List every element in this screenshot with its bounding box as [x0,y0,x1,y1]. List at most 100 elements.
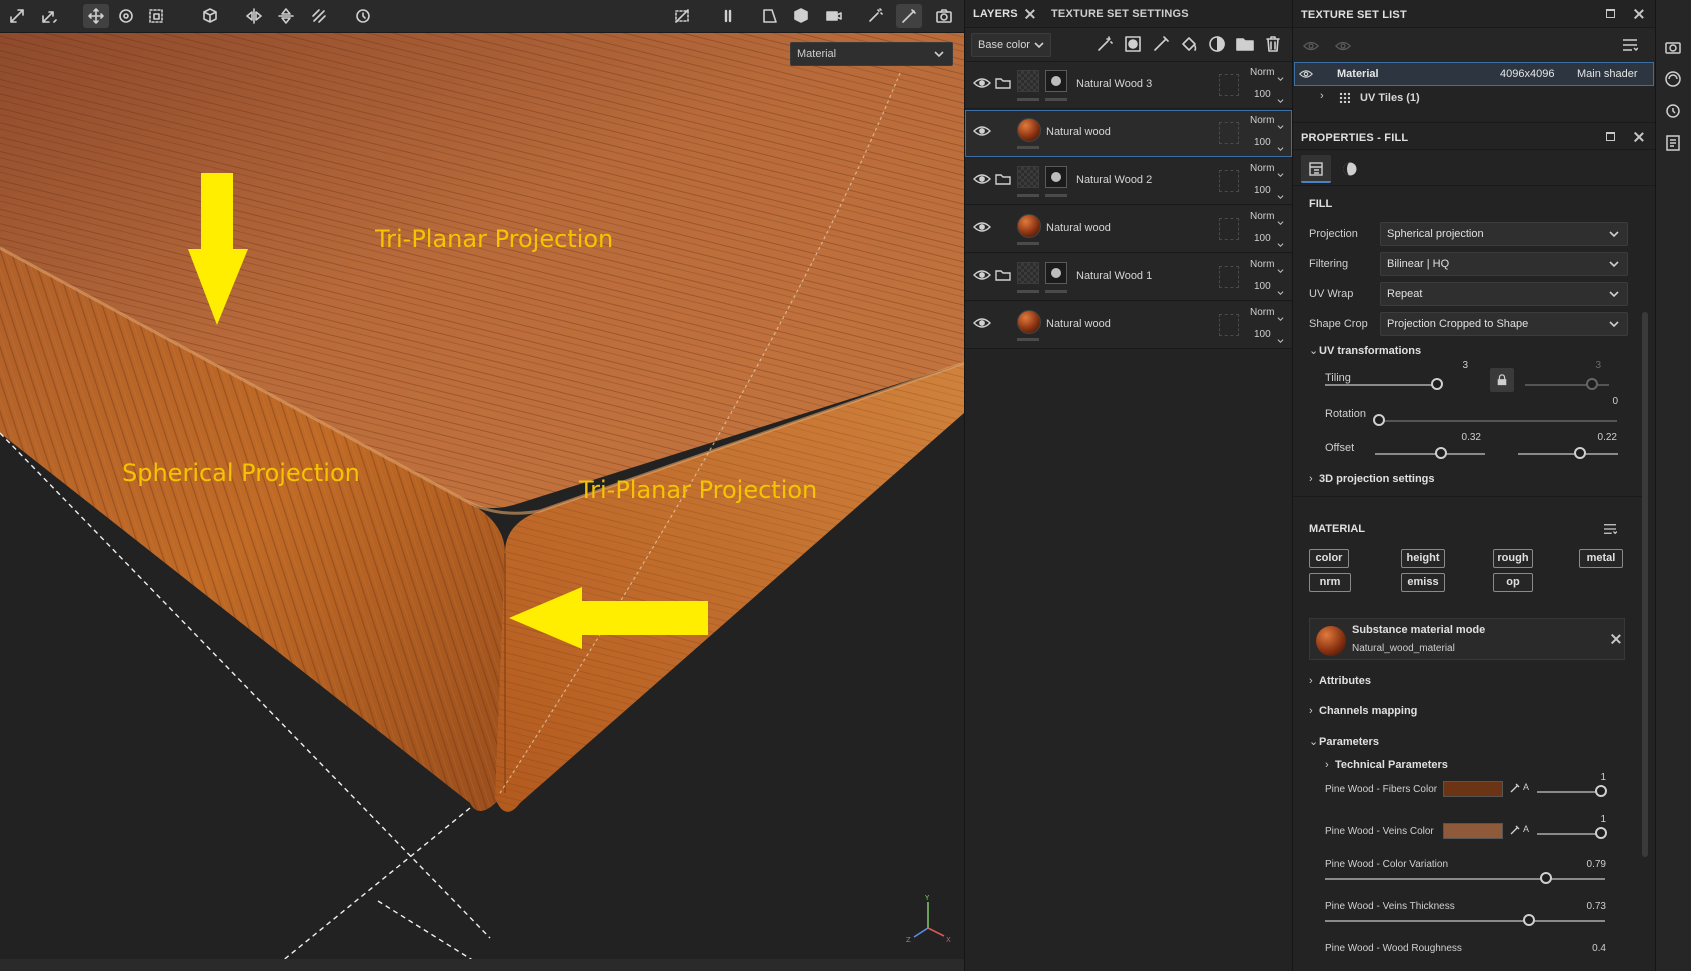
symmetry-off-icon[interactable] [306,4,332,28]
eyedropper-icon[interactable] [1509,781,1521,793]
parameter-value[interactable]: 1 [1576,814,1606,825]
transform-options-icon[interactable] [36,4,62,28]
layer-mask-slot[interactable] [1219,122,1239,144]
eye-icon[interactable] [1298,69,1314,79]
layer-row[interactable]: Natural Wood 1 Norm 100 [965,254,1292,301]
add-fill-layer-icon[interactable] [1179,34,1201,56]
close-icon[interactable] [1634,9,1644,19]
eye-icon[interactable] [973,172,991,184]
add-mask-icon[interactable] [1123,34,1145,56]
camera-icon[interactable] [821,4,847,28]
opacity-value[interactable]: 100 [1254,233,1271,244]
parameter-slider[interactable] [1325,878,1605,880]
parameter-value[interactable]: 0.4 [1576,943,1606,954]
tiling-u-slider[interactable] [1325,384,1437,386]
offset-v-value[interactable]: 0.22 [1589,432,1617,443]
alpha-slider[interactable] [1537,791,1601,793]
channel-chip-emiss[interactable]: emiss [1401,573,1445,592]
layer-row[interactable]: Natural wood Norm 100 [965,302,1292,349]
float-panel-icon[interactable] [1606,132,1615,141]
filtering-dropdown[interactable]: Bilinear | HQ [1380,252,1628,276]
delete-layer-icon[interactable] [1263,34,1285,56]
offset-u-slider[interactable] [1375,453,1485,455]
alpha-slider-knob[interactable] [1595,827,1607,839]
display-mode-icon[interactable] [757,4,783,28]
projection-dropdown[interactable]: Spherical projection [1380,222,1628,246]
blend-mode-select[interactable]: Norm [1250,115,1274,126]
offset-u-knob[interactable] [1435,447,1447,459]
eye-icon[interactable] [1335,39,1351,51]
layer-name[interactable]: Natural wood [1046,222,1111,234]
tab-fill-settings[interactable] [1301,155,1331,183]
float-panel-icon[interactable] [1606,9,1615,18]
parameter-value[interactable]: 0.79 [1576,859,1606,870]
tiling-lock-button[interactable] [1490,368,1514,392]
blend-mode-select[interactable]: Norm [1250,211,1274,222]
add-paint-layer-icon[interactable] [1151,34,1173,56]
alpha-slider[interactable] [1537,833,1601,835]
channel-chip-metal[interactable]: metal [1579,549,1623,568]
list-menu-icon[interactable] [1622,38,1639,52]
layer-name[interactable]: Natural Wood 3 [1076,78,1152,90]
mask-thumbnail[interactable] [1045,70,1067,92]
layer-mask-slot[interactable] [1219,74,1239,96]
layer-name[interactable]: Natural wood [1046,318,1111,330]
substance-material-card[interactable]: Substance material mode Natural_wood_mat… [1309,618,1625,660]
parameter-slider[interactable] [1325,920,1605,922]
attributes-toggle[interactable]: › Attributes [1309,675,1371,687]
uv-tiles-row[interactable]: › UV Tiles (1) [1293,86,1655,110]
hide-selection-icon[interactable] [669,4,695,28]
rotation-knob[interactable] [1373,414,1385,426]
texture-set-shader[interactable]: Main shader [1577,68,1638,80]
folder-icon[interactable] [995,268,1011,281]
transform-tool-icon[interactable] [4,4,30,28]
mask-thumbnail[interactable] [1045,166,1067,188]
opacity-value[interactable]: 100 [1254,281,1271,292]
eye-icon[interactable] [973,76,991,88]
rotation-slider[interactable] [1377,420,1617,422]
offset-u-value[interactable]: 0.32 [1453,432,1481,443]
eye-icon[interactable] [973,220,991,232]
parameter-value[interactable]: 1 [1576,772,1606,783]
channel-chip-rough[interactable]: rough [1493,549,1533,568]
shape-crop-dropdown[interactable]: Projection Cropped to Shape [1380,312,1628,336]
blend-mode-select[interactable]: Norm [1250,259,1274,270]
history-icon[interactable] [350,4,376,28]
properties-scrollbar[interactable] [1642,312,1648,857]
uv-wrap-dropdown[interactable]: Repeat [1380,282,1628,306]
parameter-slider-knob[interactable] [1540,872,1553,884]
channel-chip-color[interactable]: color [1309,549,1349,568]
color-swatch[interactable] [1443,781,1503,797]
opacity-value[interactable]: 100 [1254,329,1271,340]
channel-chip-op[interactable]: op [1493,573,1533,592]
3d-projection-settings-toggle[interactable]: › 3D projection settings [1309,473,1435,485]
close-icon[interactable] [1025,9,1035,19]
channel-chip-height[interactable]: height [1401,549,1445,568]
layer-row[interactable]: Natural Wood 3 Norm 100 [965,62,1292,109]
parameter-value[interactable]: 0.73 [1576,901,1606,912]
move-icon[interactable] [83,4,109,28]
blend-mode-select[interactable]: Norm [1250,67,1274,78]
particle-brush-icon[interactable] [862,4,888,28]
eyedropper-icon[interactable] [1509,823,1521,835]
screenshot-camera-icon[interactable] [931,4,957,28]
layer-row[interactable]: Natural wood Norm 100 [965,110,1292,157]
mirror-x-icon[interactable] [241,4,267,28]
mask-thumbnail[interactable] [1045,262,1067,284]
layer-mask-slot[interactable] [1219,314,1239,336]
tiling-v-value[interactable]: 3 [1581,360,1601,371]
solid-cube-icon[interactable] [788,4,814,28]
eye-icon[interactable] [973,124,991,136]
tiling-u-knob[interactable] [1431,378,1443,390]
folder-icon[interactable] [995,76,1011,89]
tab-layers[interactable]: LAYERS [973,8,1018,20]
layer-mask-slot[interactable] [1219,218,1239,240]
eye-icon[interactable] [973,268,991,280]
add-folder-icon[interactable] [1235,34,1257,56]
rotation-value[interactable]: 0 [1598,396,1618,407]
rotate-icon[interactable] [113,4,139,28]
folder-icon[interactable] [995,172,1011,185]
chevron-right-icon[interactable]: › [1320,90,1324,102]
environment-icon[interactable] [1664,70,1684,90]
tiling-v-knob[interactable] [1586,378,1598,390]
